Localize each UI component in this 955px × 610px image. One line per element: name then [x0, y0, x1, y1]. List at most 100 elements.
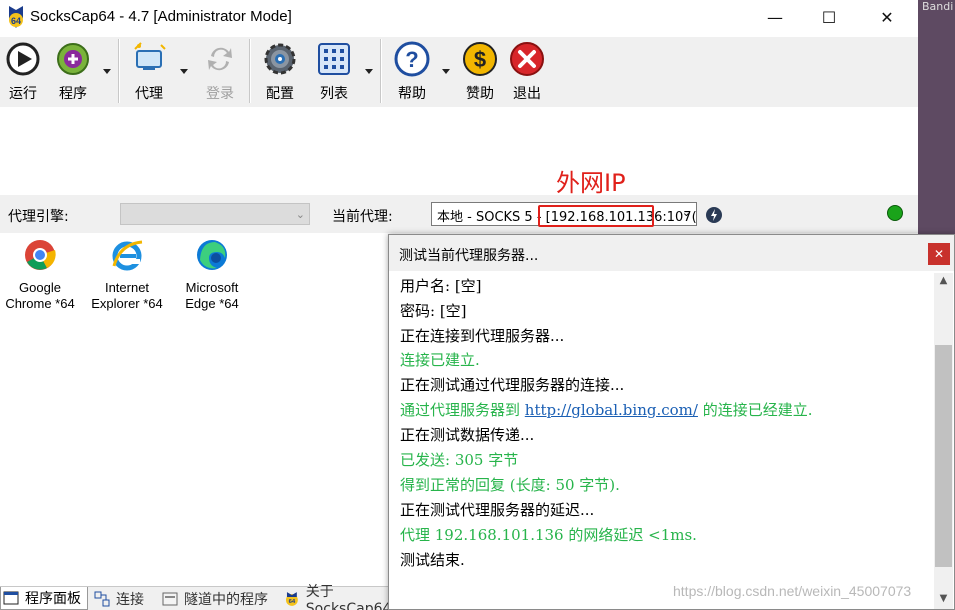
proxy-bar: 代理引擎: ⌄ 当前代理: 本地 - SOCKS 5 - [192.168.10…: [0, 195, 918, 233]
toolbar-spacer: [0, 107, 918, 195]
proxy-icon: [131, 41, 167, 77]
log-line: 密码: [空]: [400, 302, 467, 320]
maximize-button[interactable]: ☐: [806, 0, 852, 34]
proxy-engine-label: 代理引擎:: [8, 209, 69, 225]
scroll-down-icon[interactable]: ▼: [937, 593, 950, 607]
toolbar: 运行 程序 代理 登录 配置 列表 ? 帮助 $ 赞助 退出: [0, 37, 918, 107]
program-name-line2: Chrome *64: [5, 296, 75, 311]
panel-icon: [3, 591, 19, 605]
proxy-test-dialog: 测试当前代理服务器... ✕ 用户名: [空] 密码: [空] 正在连接到代理服…: [388, 234, 955, 610]
play-icon: [5, 41, 41, 77]
svg-text:?: ?: [405, 47, 418, 72]
log-line: 正在测试数据传递...: [400, 426, 535, 444]
status-indicator-icon: [887, 205, 903, 221]
program-name-line2: Explorer *64: [91, 296, 163, 311]
run-button[interactable]: 运行: [0, 41, 46, 105]
connection-icon: [94, 591, 110, 606]
log-text: 通过代理服务器到: [400, 401, 525, 419]
ip-highlight-box: [538, 205, 654, 227]
about-icon: 64: [285, 591, 298, 606]
log-text: 的连接已经建立.: [697, 401, 813, 419]
window-title: SocksCap64 - 4.7 [Administrator Mode]: [30, 8, 292, 25]
current-proxy-label: 当前代理:: [332, 209, 393, 225]
log-line: 得到正常的回复 (长度: 50 字节).: [400, 476, 620, 494]
program-name-line1: Microsoft: [185, 280, 239, 295]
background-text: Bandi: [922, 0, 954, 13]
proxy-label: 代理: [135, 86, 163, 102]
refresh-icon: [202, 41, 238, 77]
program-item-chrome[interactable]: Google Chrome *64: [0, 238, 80, 312]
help-dropdown-icon[interactable]: [441, 67, 451, 75]
log-line: 代理 192.168.101.136 的网络延迟 <1ms.: [400, 526, 697, 544]
tab-connection[interactable]: 连接: [92, 587, 158, 610]
title-bar: 64 SocksCap64 - 4.7 [Administrator Mode]…: [0, 0, 918, 36]
exit-button[interactable]: 退出: [504, 41, 550, 105]
tab-program-panel[interactable]: 程序面板: [0, 587, 88, 610]
exit-icon: [509, 41, 545, 77]
scroll-thumb[interactable]: [935, 345, 952, 567]
chevron-down-icon: ⌄: [295, 208, 305, 221]
donate-label: 赞助: [466, 86, 494, 102]
grid-list-icon: [316, 41, 352, 77]
proxy-button[interactable]: 代理: [126, 41, 172, 105]
svg-text:$: $: [474, 47, 486, 72]
chevron-down-icon: ⌄: [681, 206, 691, 219]
scroll-up-icon[interactable]: ▲: [937, 275, 950, 289]
toolbar-separator: [249, 39, 251, 103]
dialog-close-button[interactable]: ✕: [928, 243, 950, 265]
program-name-line2: Edge *64: [185, 296, 239, 311]
dollar-coin-icon: $: [462, 41, 498, 77]
toolbar-separator: [118, 39, 120, 103]
close-button[interactable]: ✕: [864, 0, 910, 34]
list-button[interactable]: 列表: [311, 41, 357, 105]
program-dropdown-icon[interactable]: [102, 67, 112, 75]
log-line: 已发送: 305 字节: [400, 451, 519, 469]
ie-icon: [112, 240, 143, 271]
dialog-title: 测试当前代理服务器...: [399, 248, 539, 264]
list-label: 列表: [320, 86, 348, 102]
program-item-edge[interactable]: Microsoft Edge *64: [172, 238, 252, 312]
tab-tunnel-programs[interactable]: 隧道中的程序: [160, 587, 278, 610]
watermark: https://blog.csdn.net/weixin_45007073: [673, 583, 912, 599]
help-button[interactable]: ? 帮助: [389, 41, 435, 105]
program-name-line1: Google: [19, 280, 61, 295]
log-line: 通过代理服务器到 http://global.bing.com/ 的连接已经建立…: [400, 399, 813, 420]
log-line: 正在测试代理服务器的延迟...: [400, 501, 595, 519]
donate-button[interactable]: $ 赞助: [457, 41, 503, 105]
login-label: 登录: [206, 86, 234, 102]
log-line: 测试结束.: [400, 551, 465, 569]
dialog-log: 用户名: [空] 密码: [空] 正在连接到代理服务器... 连接已建立. 正在…: [389, 273, 933, 607]
login-button[interactable]: 登录: [197, 41, 243, 105]
add-program-icon: [55, 41, 91, 77]
list-dropdown-icon[interactable]: [364, 67, 374, 75]
run-label: 运行: [9, 86, 37, 102]
toolbar-separator: [380, 39, 382, 103]
help-icon: ?: [394, 41, 430, 77]
edge-icon: [197, 240, 227, 270]
log-line: 连接已建立.: [400, 351, 480, 369]
tab-label: 连接: [116, 591, 144, 608]
tab-label: 隧道中的程序: [184, 591, 268, 608]
program-name-line1: Internet: [104, 280, 150, 295]
exit-label: 退出: [513, 86, 541, 102]
program-item-ie[interactable]: Internet Explorer *64: [87, 238, 167, 312]
log-line: 正在测试通过代理服务器的连接...: [400, 376, 625, 394]
tunnel-icon: [162, 592, 178, 605]
proxy-engine-select[interactable]: ⌄: [120, 203, 310, 225]
help-label: 帮助: [398, 86, 426, 102]
config-button[interactable]: 配置: [257, 41, 303, 105]
external-ip-annotation: 外网IP: [556, 169, 626, 197]
svg-text:64: 64: [289, 598, 296, 604]
bing-link[interactable]: http://global.bing.com/: [525, 401, 698, 419]
sockscap-app-icon: 64: [9, 6, 23, 28]
minimize-button[interactable]: —: [752, 0, 798, 34]
chrome-icon: [25, 240, 56, 270]
proxy-dropdown-icon[interactable]: [179, 67, 189, 75]
lightning-icon[interactable]: [706, 207, 722, 223]
program-button[interactable]: 程序: [50, 41, 96, 105]
log-line: 正在连接到代理服务器...: [400, 327, 565, 345]
program-label: 程序: [59, 86, 87, 102]
dialog-scrollbar[interactable]: ▲ ▼: [934, 273, 953, 609]
gear-icon: [262, 41, 298, 77]
dialog-title-bar: 测试当前代理服务器... ✕: [389, 235, 954, 271]
